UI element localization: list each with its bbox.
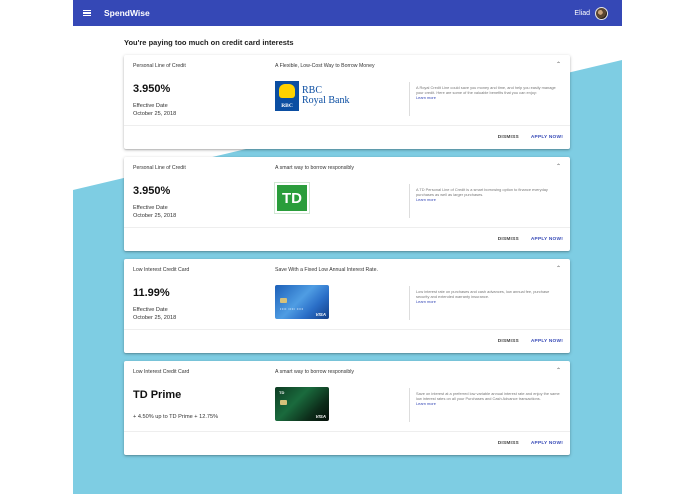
- left-margin: [0, 0, 73, 494]
- page: SpendWise Eliad You're paying too much o…: [0, 0, 695, 494]
- effective-date-label: Effective Date: [133, 205, 168, 211]
- divider: [409, 388, 410, 422]
- td-logo: TD: [275, 183, 309, 213]
- td-card-brand: TD: [279, 390, 285, 395]
- chevron-up-icon[interactable]: ⌃: [556, 163, 561, 170]
- offer-card: Personal Line of Credit A smart way to b…: [124, 157, 570, 251]
- effective-date: October 25, 2018: [133, 111, 177, 117]
- visa-logo: VISA: [315, 414, 326, 419]
- rbc-royal-bank-logo: RBC RBC Royal Bank: [275, 81, 350, 111]
- product-tagline: A Flexible, Low-Cost Way to Borrow Money: [275, 63, 375, 69]
- offer-list: Personal Line of Credit A Flexible, Low-…: [124, 55, 570, 463]
- product-description: A Royal Credit Line could save you money…: [416, 85, 560, 100]
- visa-logo: VISA: [315, 312, 326, 317]
- chevron-up-icon[interactable]: ⌃: [556, 367, 561, 374]
- divider: [124, 125, 570, 126]
- hamburger-menu-icon[interactable]: [83, 9, 91, 17]
- divider: [409, 184, 410, 218]
- dismiss-button[interactable]: DISMISS: [498, 441, 519, 446]
- apply-now-button[interactable]: APPLY NOW!: [531, 441, 563, 446]
- effective-date: October 25, 2018: [133, 315, 177, 321]
- effective-date-block: Effective Date October 25, 2018: [133, 204, 176, 220]
- dismiss-button[interactable]: DISMISS: [498, 339, 519, 344]
- user-name: Eliad: [574, 9, 590, 17]
- effective-date-block: Effective Date October 25, 2018: [133, 102, 176, 118]
- right-margin: [622, 0, 695, 494]
- interest-rate: 3.950%: [133, 83, 171, 95]
- dismiss-button[interactable]: DISMISS: [498, 237, 519, 242]
- chip-icon: [280, 400, 287, 405]
- chip-icon: [280, 298, 287, 303]
- apply-now-button[interactable]: APPLY NOW!: [531, 339, 563, 344]
- learn-more-link[interactable]: Learn more: [416, 95, 560, 100]
- app-title: SpendWise: [104, 8, 150, 18]
- divider: [124, 431, 570, 432]
- product-type: Low Interest Credit Card: [133, 369, 190, 375]
- product-tagline: Save With a Fixed Low Annual Interest Ra…: [275, 267, 378, 273]
- product-type: Personal Line of Credit: [133, 165, 186, 171]
- offer-card: Personal Line of Credit A Flexible, Low-…: [124, 55, 570, 149]
- learn-more-link[interactable]: Learn more: [416, 197, 560, 202]
- product-description: Low interest rate on purchases and cash …: [416, 289, 560, 304]
- learn-more-link[interactable]: Learn more: [416, 299, 560, 304]
- divider: [124, 227, 570, 228]
- product-type: Low Interest Credit Card: [133, 267, 190, 273]
- effective-date: October 25, 2018: [133, 213, 177, 219]
- card-actions: DISMISS APPLY NOW!: [498, 441, 563, 446]
- td-green-visa-card-image: TD VISA: [275, 387, 329, 421]
- divider: [409, 286, 410, 320]
- product-description: A TD Personal Line of Credit is a smart …: [416, 187, 560, 202]
- app-canvas: SpendWise Eliad You're paying too much o…: [73, 0, 622, 494]
- offer-card: Low Interest Credit Card Save With a Fix…: [124, 259, 570, 353]
- apply-now-button[interactable]: APPLY NOW!: [531, 135, 563, 140]
- effective-date-label: Effective Date: [133, 307, 168, 313]
- chevron-up-icon[interactable]: ⌃: [556, 265, 561, 272]
- divider: [124, 329, 570, 330]
- interest-rate: 3.950%: [133, 185, 171, 197]
- card-actions: DISMISS APPLY NOW!: [498, 339, 563, 344]
- user-menu[interactable]: Eliad: [574, 6, 608, 20]
- card-actions: DISMISS APPLY NOW!: [498, 135, 563, 140]
- apply-now-button[interactable]: APPLY NOW!: [531, 237, 563, 242]
- effective-date-block: Effective Date October 25, 2018: [133, 306, 176, 322]
- product-tagline: A smart way to borrow responsibly: [275, 165, 354, 171]
- learn-more-link[interactable]: Learn more: [416, 401, 560, 406]
- avatar[interactable]: [595, 6, 608, 20]
- app-bar: SpendWise Eliad: [73, 0, 622, 26]
- product-type: Personal Line of Credit: [133, 63, 186, 69]
- chevron-up-icon[interactable]: ⌃: [556, 61, 561, 68]
- blue-visa-card-image: •••• •••• •••• VISA: [275, 285, 329, 319]
- interest-rate: 11.99%: [133, 287, 170, 299]
- offer-card: Low Interest Credit Card A smart way to …: [124, 361, 570, 455]
- divider: [409, 82, 410, 116]
- dismiss-button[interactable]: DISMISS: [498, 135, 519, 140]
- product-description: Save on interest at a preferred low vari…: [416, 391, 560, 406]
- effective-date-label: Effective Date: [133, 103, 168, 109]
- interest-rate: TD Prime: [133, 389, 182, 401]
- prime-rate-detail: + 4.50% up to TD Prime + 12.75%: [133, 414, 219, 420]
- card-actions: DISMISS APPLY NOW!: [498, 237, 563, 242]
- rbc-shield-icon: RBC: [275, 81, 299, 111]
- product-tagline: A smart way to borrow responsibly: [275, 369, 354, 375]
- page-title: You're paying too much on credit card in…: [124, 38, 294, 47]
